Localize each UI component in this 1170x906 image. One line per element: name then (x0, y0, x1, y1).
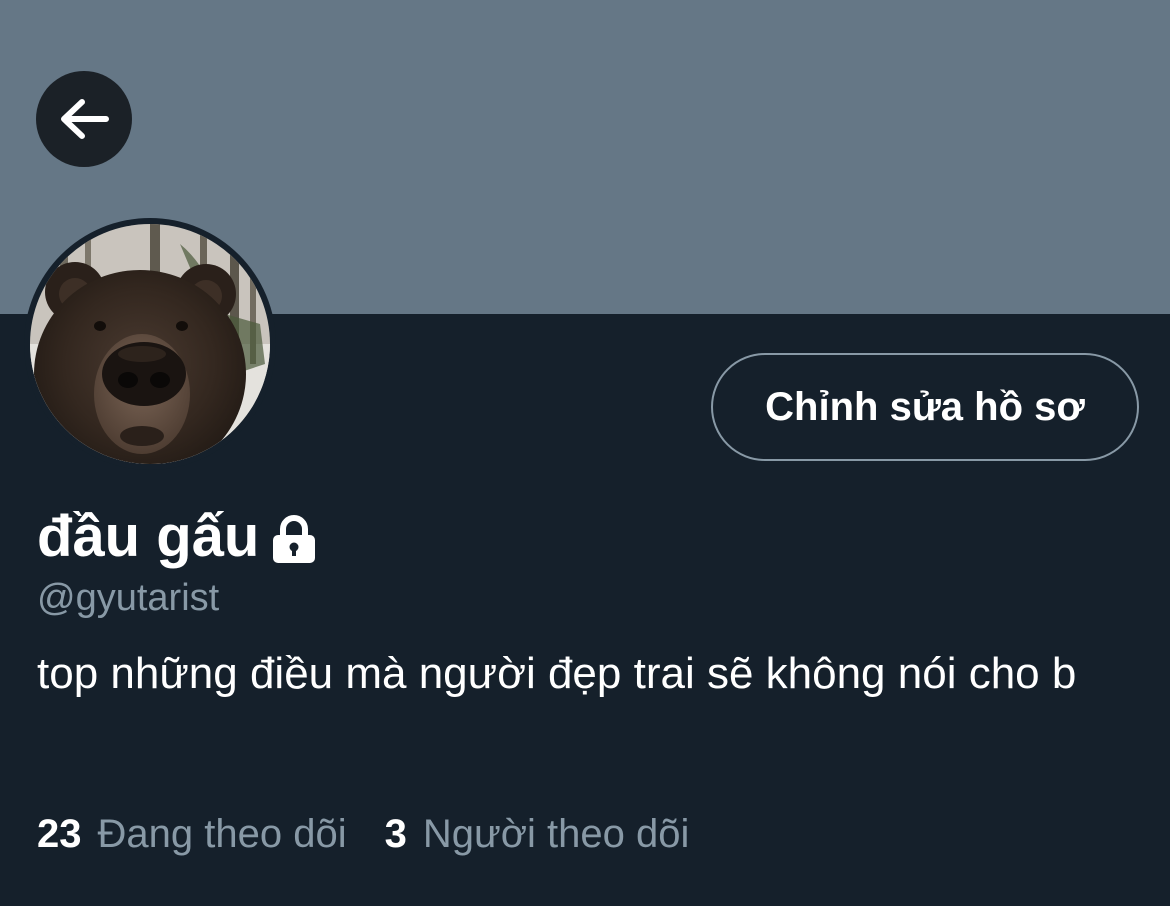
following-link[interactable]: 23 Đang theo dõi (37, 808, 347, 860)
follow-stats: 23 Đang theo dõi 3 Người theo dõi (37, 808, 689, 860)
back-button[interactable] (36, 71, 132, 167)
name-row: đầu gấu (37, 500, 317, 574)
arrow-left-icon (61, 99, 109, 139)
followers-label: Người theo dõi (422, 812, 690, 856)
user-handle: @gyutarist (37, 577, 220, 619)
avatar-image (30, 224, 270, 464)
edit-profile-button[interactable]: Chỉnh sửa hồ sơ (711, 353, 1139, 461)
profile-bio: top những điều mà người đẹp trai sẽ khôn… (37, 649, 1077, 698)
profile-page: Chỉnh sửa hồ sơ đầu gấu @gyutarist top n… (0, 0, 1170, 906)
following-label: Đang theo dõi (97, 812, 347, 856)
lock-icon (273, 515, 316, 563)
avatar[interactable] (24, 218, 276, 470)
followers-link[interactable]: 3 Người theo dõi (385, 808, 690, 860)
following-count: 23 (37, 812, 82, 856)
followers-count: 3 (384, 812, 407, 856)
display-name: đầu gấu (37, 504, 260, 569)
